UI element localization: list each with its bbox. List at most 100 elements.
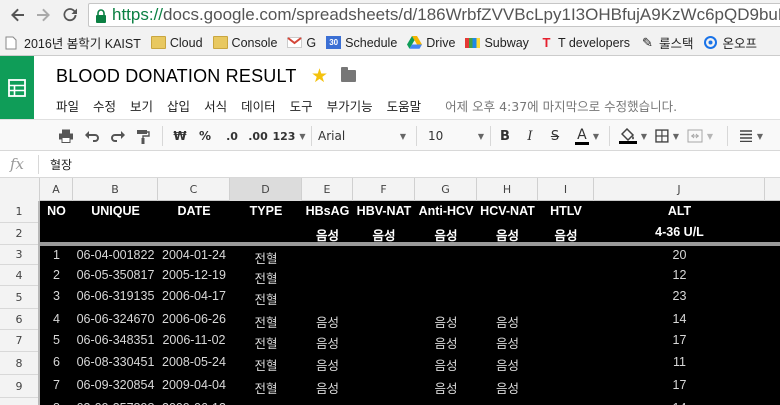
bookmark-console[interactable]: Console <box>208 30 283 55</box>
bookmark-t-developers[interactable]: T T developers <box>534 30 635 55</box>
cell[interactable]: 전혈 <box>230 355 302 374</box>
cell[interactable]: 음성 <box>415 401 477 405</box>
print-icon[interactable] <box>56 126 76 146</box>
select-all-corner[interactable] <box>0 178 40 201</box>
cell[interactable]: 음성 <box>477 312 538 331</box>
cell[interactable]: 전혈 <box>230 401 302 405</box>
back-icon[interactable] <box>6 3 30 27</box>
row-header-6[interactable]: 6 <box>0 309 38 330</box>
cell[interactable]: HTLV <box>538 204 594 218</box>
cell[interactable]: 06-06-319135 <box>73 289 158 303</box>
cell[interactable]: 06-08-330451 <box>73 355 158 369</box>
row-header-5[interactable]: 5 <box>0 286 38 309</box>
row-header-3[interactable]: 3 <box>0 245 38 265</box>
cell[interactable]: 4-36 U/L <box>594 225 765 239</box>
menu-edit[interactable]: 수정 <box>93 96 116 115</box>
cell[interactable]: 20 <box>594 248 765 262</box>
cell[interactable]: 음성 <box>302 378 353 397</box>
row-header-7[interactable]: 7 <box>0 330 38 352</box>
menu-addons[interactable]: 부가기능 <box>327 96 373 115</box>
formula-input[interactable]: 혈장 <box>50 156 72 173</box>
cell[interactable]: 음성 <box>415 355 477 374</box>
cell[interactable]: 14 <box>594 401 765 405</box>
cell[interactable]: 23 <box>594 289 765 303</box>
cell[interactable]: HCV-NAT <box>477 204 538 218</box>
cell[interactable]: 2004-01-24 <box>158 248 230 262</box>
move-to-folder-icon[interactable] <box>341 67 356 82</box>
cell[interactable]: 2 <box>40 268 73 282</box>
undo-icon[interactable] <box>82 126 102 146</box>
cell[interactable]: HBsAG <box>302 204 353 218</box>
cell[interactable]: 11 <box>594 355 765 369</box>
menu-file[interactable]: 파일 <box>56 96 79 115</box>
cell[interactable]: 2009-04-04 <box>158 378 230 392</box>
bookmark-drive[interactable]: Drive <box>402 30 460 55</box>
cell[interactable]: 06-04-001822 <box>73 248 158 262</box>
bookmark-rulestack[interactable]: ✎ 룰스택 <box>635 30 699 55</box>
bookmark-schedule[interactable]: 30 Schedule <box>321 30 402 55</box>
increase-decimal-button[interactable]: .00 <box>246 126 270 146</box>
text-color-button[interactable]: A ▼ <box>571 126 603 146</box>
cell[interactable]: 전혈 <box>230 268 302 287</box>
cell[interactable]: 06-06-324670 <box>73 312 158 326</box>
cell[interactable]: 2009-06-13 <box>158 401 230 405</box>
cell[interactable]: 2006-11-02 <box>158 333 230 347</box>
column-header-g[interactable]: G <box>415 178 477 201</box>
forward-icon[interactable] <box>31 3 55 27</box>
cell[interactable]: 8 <box>40 401 73 405</box>
cell[interactable]: 음성 <box>415 312 477 331</box>
redo-icon[interactable] <box>107 126 127 146</box>
bookmark-kaist[interactable]: 2016년 봄학기 KAIST <box>0 30 146 55</box>
cell[interactable]: 음성 <box>302 225 353 244</box>
cell[interactable]: 음성 <box>477 333 538 352</box>
bookmark-cloud[interactable]: Cloud <box>146 30 208 55</box>
cell[interactable]: 음성 <box>302 333 353 352</box>
cell[interactable]: 음성 <box>302 401 353 405</box>
cell[interactable]: 음성 <box>415 333 477 352</box>
cell[interactable]: 2006-04-17 <box>158 289 230 303</box>
column-header-h[interactable]: H <box>477 178 538 201</box>
cell[interactable]: 음성 <box>538 225 594 244</box>
paint-format-icon[interactable] <box>133 126 153 146</box>
cell[interactable]: 14 <box>594 312 765 326</box>
cell[interactable]: 전혈 <box>230 248 302 267</box>
font-family-dropdown[interactable]: Arial ▼ <box>318 126 406 146</box>
cell[interactable]: NO <box>40 204 73 218</box>
merge-cells-button[interactable]: ▼ <box>686 126 714 146</box>
bookmark-gmail[interactable]: G <box>282 30 321 55</box>
cell[interactable]: HBV-NAT <box>353 204 415 218</box>
column-header-i[interactable]: I <box>538 178 594 201</box>
cell[interactable]: 음성 <box>415 225 477 244</box>
cell[interactable]: 6 <box>40 355 73 369</box>
column-header-b[interactable]: B <box>73 178 158 201</box>
strikethrough-button[interactable]: S <box>546 126 564 146</box>
cell[interactable]: 12 <box>594 268 765 282</box>
column-header-d[interactable]: D <box>230 178 302 201</box>
menu-data[interactable]: 데이터 <box>241 96 276 115</box>
star-icon[interactable]: ★ <box>311 65 328 87</box>
decrease-decimal-button[interactable]: .0 <box>220 126 244 146</box>
cell[interactable]: 5 <box>40 333 73 347</box>
cell[interactable]: 4 <box>40 312 73 326</box>
cell[interactable]: 전혈 <box>230 312 302 331</box>
cell[interactable]: 3 <box>40 289 73 303</box>
cell[interactable]: TYPE <box>230 204 302 218</box>
bookmark-subway[interactable]: Subway <box>460 30 533 55</box>
menu-view[interactable]: 보기 <box>130 96 153 115</box>
cell[interactable]: ALT <box>594 204 765 218</box>
borders-button[interactable]: ▼ <box>655 126 679 146</box>
cell[interactable]: 음성 <box>302 312 353 331</box>
url-bar[interactable]: https://docs.google.com/spreadsheets/d/1… <box>88 3 780 27</box>
menu-insert[interactable]: 삽입 <box>167 96 190 115</box>
last-edit-status[interactable]: 어제 오후 4:37에 마지막으로 수정했습니다. <box>445 96 677 115</box>
cell[interactable]: 음성 <box>477 225 538 244</box>
cell[interactable]: 전혈 <box>230 378 302 397</box>
cell[interactable]: 03-09-357898 <box>73 401 158 405</box>
percent-format-button[interactable]: % <box>195 126 215 146</box>
cell[interactable]: 음성 <box>353 225 415 244</box>
cell[interactable]: 2008-05-24 <box>158 355 230 369</box>
grid-cells[interactable]: NO UNIQUE DATE TYPE HBsAG HBV-NAT Anti-HCV HCV-… <box>40 201 780 405</box>
row-header-8[interactable]: 8 <box>0 352 38 375</box>
column-header-j[interactable]: J <box>594 178 765 201</box>
cell[interactable]: 7 <box>40 378 73 392</box>
